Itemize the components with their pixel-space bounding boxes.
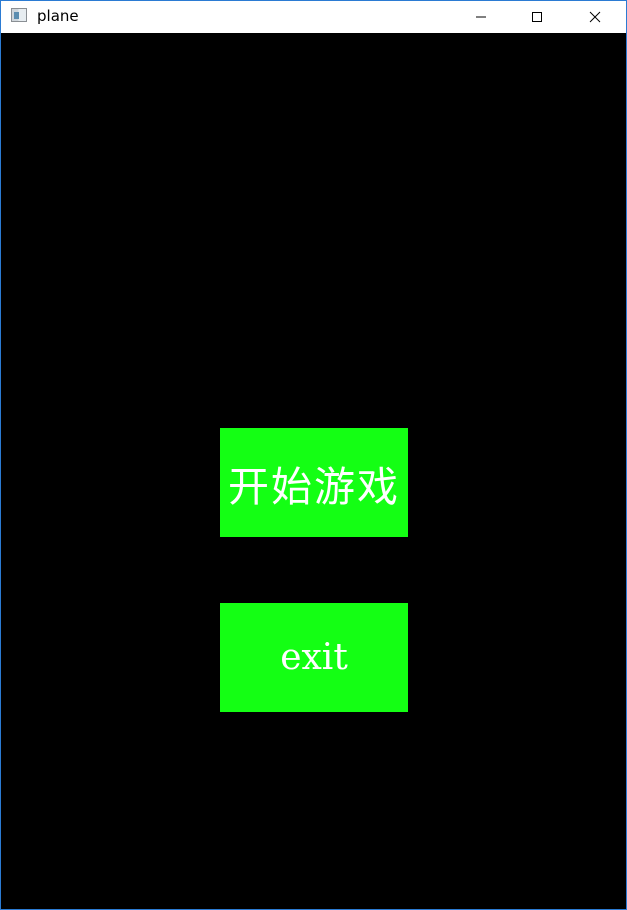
exit-button[interactable]: exit xyxy=(220,603,408,712)
close-icon xyxy=(589,11,601,23)
title-bar[interactable]: plane xyxy=(1,1,626,33)
minimize-button[interactable] xyxy=(458,1,504,33)
minimize-icon xyxy=(476,16,486,18)
maximize-button[interactable] xyxy=(514,1,560,33)
game-canvas: 开始游戏 exit xyxy=(1,33,626,909)
window-title: plane xyxy=(37,7,79,25)
start-game-button[interactable]: 开始游戏 xyxy=(220,428,408,537)
maximize-icon xyxy=(532,12,542,22)
app-window-icon xyxy=(11,8,27,22)
close-button[interactable] xyxy=(572,1,618,33)
game-window: plane 开始游戏 exit xyxy=(0,0,627,910)
